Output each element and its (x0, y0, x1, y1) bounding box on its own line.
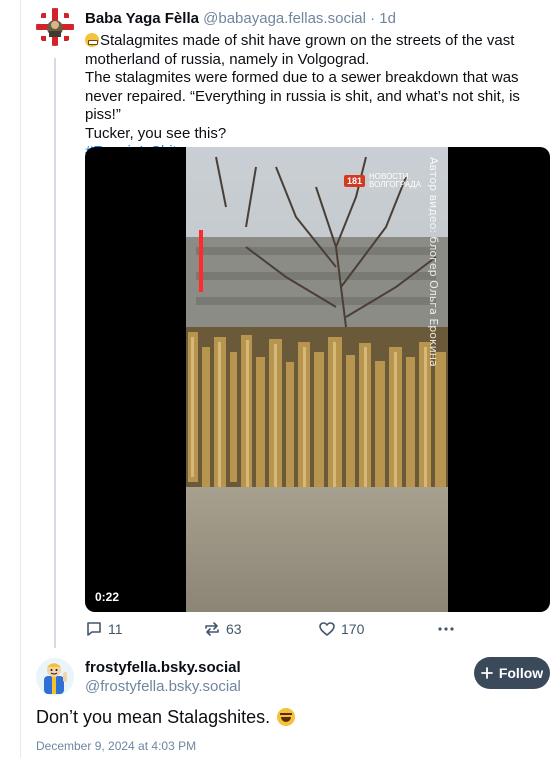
author-name[interactable]: Baba Yaga Fèlla (85, 10, 199, 27)
channel-name: НОВОСТИ ВОЛГОГРАДА (369, 172, 422, 189)
follow-button[interactable]: Follow (474, 657, 550, 689)
repost-icon (205, 622, 219, 636)
plus-icon (480, 667, 493, 679)
post-text-line-2: The stalagmites were formed due to a sew… (85, 69, 520, 123)
reply-icon (87, 622, 101, 636)
channel-badge: 181 (344, 175, 366, 187)
grimacing-face-emoji-icon (85, 33, 99, 47)
post-header: Baba Yaga Fèlla @babayaga.fellas.social … (85, 10, 396, 28)
repost-count: 63 (226, 621, 242, 637)
reply-timestamp[interactable]: December 9, 2024 at 4:03 PM (36, 739, 196, 753)
video-watermark: Автор видео: блогер Ольга Ерокина (427, 157, 440, 367)
like-button[interactable]: 170 (318, 620, 364, 638)
heart-icon (319, 622, 335, 636)
header-separator: · (365, 10, 380, 27)
avatar[interactable] (36, 8, 74, 46)
video-thumbnail (186, 147, 448, 612)
video-player[interactable]: 181 НОВОСТИ ВОЛГОГРАДА Автор видео: блог… (85, 147, 550, 612)
post-text-line-1: Stalagmites made of shit have grown on t… (85, 32, 515, 68)
follow-button-label: Follow (498, 665, 544, 681)
repost-button[interactable]: 63 (203, 620, 242, 638)
post-text: Stalagmites made of shit have grown on t… (85, 32, 545, 162)
red-marker (199, 230, 203, 292)
more-dots-icon (438, 627, 454, 631)
reply-author-handle[interactable]: @frostyfella.bsky.social (85, 678, 241, 695)
laughing-face-emoji-icon (277, 708, 296, 726)
feed-left-border (20, 0, 21, 758)
reply-count: 11 (108, 621, 123, 637)
thread-connector-line (54, 58, 56, 648)
more-options-button[interactable] (437, 622, 455, 636)
like-count: 170 (341, 621, 365, 637)
post-age[interactable]: 1d (379, 10, 396, 27)
avatar[interactable] (36, 658, 74, 696)
post-actions: 11 63 170 (85, 620, 545, 640)
video-frame: 181 НОВОСТИ ВОЛГОГРАДА Автор видео: блог… (186, 147, 448, 612)
post-text-paragraph-1: Stalagmites made of shit have grown on t… (85, 32, 545, 69)
cartoon-mascot-avatar-icon (36, 658, 74, 696)
user-avatar-icon (36, 8, 74, 46)
author-handle[interactable]: @babayaga.fellas.social (203, 10, 366, 27)
reply-button[interactable]: 11 (85, 620, 123, 638)
reply-author-name[interactable]: frostyfella.bsky.social (85, 659, 241, 676)
post-text-line-3: Tucker, you see this? (85, 124, 227, 142)
reply-text-body: Don’t you mean Stalagshites. (36, 707, 271, 727)
video-duration: 0:22 (95, 590, 120, 604)
reply-text: Don’t you mean Stalagshites. (36, 707, 296, 728)
